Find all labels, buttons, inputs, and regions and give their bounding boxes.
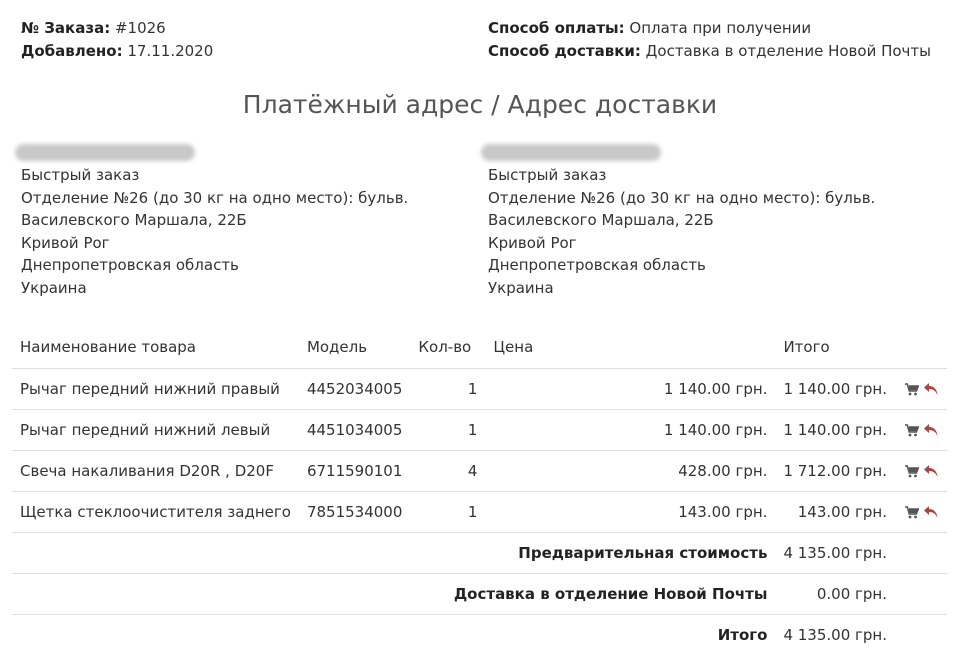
address-line: Отделение №26 (до 30 кг на одно место): … bbox=[21, 188, 409, 207]
order-number: № Заказа: #1026 bbox=[21, 19, 166, 37]
item-qty: 1 bbox=[410, 408, 486, 450]
item-actions bbox=[895, 449, 947, 491]
item-model: 4452034005 bbox=[298, 367, 411, 409]
address-line: Днепропетровская область bbox=[21, 256, 239, 274]
item-total: 1 140.00 грн. bbox=[775, 367, 895, 409]
totals-row: Доставка в отделение Новой Почты 0.00 грн… bbox=[12, 572, 947, 614]
item-model: 6711590101 bbox=[298, 449, 411, 491]
totals-row: Предварительная стоимость 4 135.00 грн. bbox=[12, 531, 947, 573]
order-date: Добавлено: 17.11.2020 bbox=[21, 42, 214, 60]
return-icon[interactable] bbox=[923, 382, 939, 396]
redacted-name-shipping bbox=[481, 144, 661, 161]
item-model: 7851534000 bbox=[298, 490, 411, 532]
order-items-table: Наименование товара Модель Кол-во Цена И… bbox=[12, 327, 947, 655]
address-line: Украина bbox=[21, 278, 87, 297]
table-row: Щетка стеклоочистителя заднего 7851534000… bbox=[12, 490, 947, 532]
address-line: Украина bbox=[488, 278, 554, 297]
item-qty: 4 bbox=[410, 449, 486, 491]
header-price: Цена bbox=[493, 338, 534, 357]
address-line: Днепропетровская область bbox=[488, 256, 706, 274]
header-total: Итого bbox=[783, 338, 830, 357]
table-header-row: Наименование товара Модель Кол-во Цена И… bbox=[12, 327, 947, 368]
header-name: Наименование товара bbox=[20, 338, 196, 357]
item-total: 1 140.00 грн. bbox=[775, 408, 895, 450]
table-row: Свеча накаливания D20R , D20F 6711590101 4… bbox=[12, 449, 947, 491]
item-price: 1 140.00 грн. bbox=[485, 408, 776, 450]
address-line: Быстрый заказ bbox=[21, 166, 140, 184]
item-price: 143.00 грн. bbox=[485, 490, 776, 532]
header-model: Модель bbox=[306, 338, 368, 357]
item-actions bbox=[895, 490, 947, 532]
payment-method: Способ оплаты: Оплата при получении bbox=[488, 19, 812, 37]
item-name: Рычаг передний нижний левый bbox=[12, 408, 299, 450]
item-model: 4451034005 bbox=[298, 408, 411, 450]
totals-value: 0.00 грн. bbox=[775, 572, 895, 614]
item-total: 143.00 грн. bbox=[775, 490, 895, 532]
item-qty: 1 bbox=[410, 367, 486, 409]
cart-icon[interactable] bbox=[905, 464, 919, 478]
cart-icon[interactable] bbox=[905, 505, 919, 519]
totals-value: 4 135.00 грн. bbox=[775, 531, 895, 573]
totals-spacer bbox=[895, 572, 947, 614]
shipping-method: Способ доставки: Доставка в отделение Но… bbox=[488, 42, 931, 60]
address-line: Василевского Маршала, 22Б bbox=[21, 211, 247, 229]
address-section-title: Платёжный адрес / Адрес доставки bbox=[242, 90, 718, 119]
item-name: Свеча накаливания D20R , D20F bbox=[12, 449, 299, 491]
cart-icon[interactable] bbox=[905, 423, 919, 437]
item-price: 428.00 грн. bbox=[485, 449, 776, 491]
item-actions bbox=[895, 367, 947, 409]
item-price: 1 140.00 грн. bbox=[485, 367, 776, 409]
item-name: Рычаг передний нижний правый bbox=[12, 367, 299, 409]
return-icon[interactable] bbox=[923, 464, 939, 478]
table-row: Рычаг передний нижний левый 4451034005 1 1 … bbox=[12, 408, 947, 450]
address-line: Кривой Рог bbox=[488, 233, 577, 252]
totals-label: Итого bbox=[12, 613, 776, 655]
address-line: Быстрый заказ bbox=[488, 166, 607, 184]
item-name: Щетка стеклоочистителя заднего bbox=[12, 490, 299, 532]
order-info: № Заказа: #1026 Добавлено: 17.11.2020 bbox=[21, 17, 213, 63]
totals-spacer bbox=[895, 613, 947, 655]
header-qty: Кол-во bbox=[418, 338, 472, 357]
totals-label: Доставка в отделение Новой Почты bbox=[12, 572, 776, 614]
payment-address: Быстрый заказ Отделение №26 (до 30 кг на … bbox=[21, 164, 408, 299]
return-icon[interactable] bbox=[923, 423, 939, 437]
item-qty: 1 bbox=[410, 490, 486, 532]
cart-icon[interactable] bbox=[905, 382, 919, 396]
totals-spacer bbox=[895, 531, 947, 573]
order-methods: Способ оплаты: Оплата при получении Спос… bbox=[488, 17, 931, 63]
totals-value: 4 135.00 грн. bbox=[775, 613, 895, 655]
address-line: Василевского Маршала, 22Б bbox=[488, 211, 714, 229]
item-actions bbox=[895, 408, 947, 450]
totals-row: Итого 4 135.00 грн. bbox=[12, 613, 947, 655]
table-row: Рычаг передний нижний правый 4452034005 1 1… bbox=[12, 367, 947, 409]
header-actions bbox=[895, 327, 947, 368]
item-total: 1 712.00 грн. bbox=[775, 449, 895, 491]
shipping-address: Быстрый заказ Отделение №26 (до 30 кг на … bbox=[488, 164, 875, 299]
redacted-name-payment bbox=[15, 144, 195, 161]
return-icon[interactable] bbox=[923, 505, 939, 519]
address-line: Отделение №26 (до 30 кг на одно место): … bbox=[488, 188, 876, 207]
totals-label: Предварительная стоимость bbox=[12, 531, 776, 573]
address-line: Кривой Рог bbox=[21, 233, 110, 252]
